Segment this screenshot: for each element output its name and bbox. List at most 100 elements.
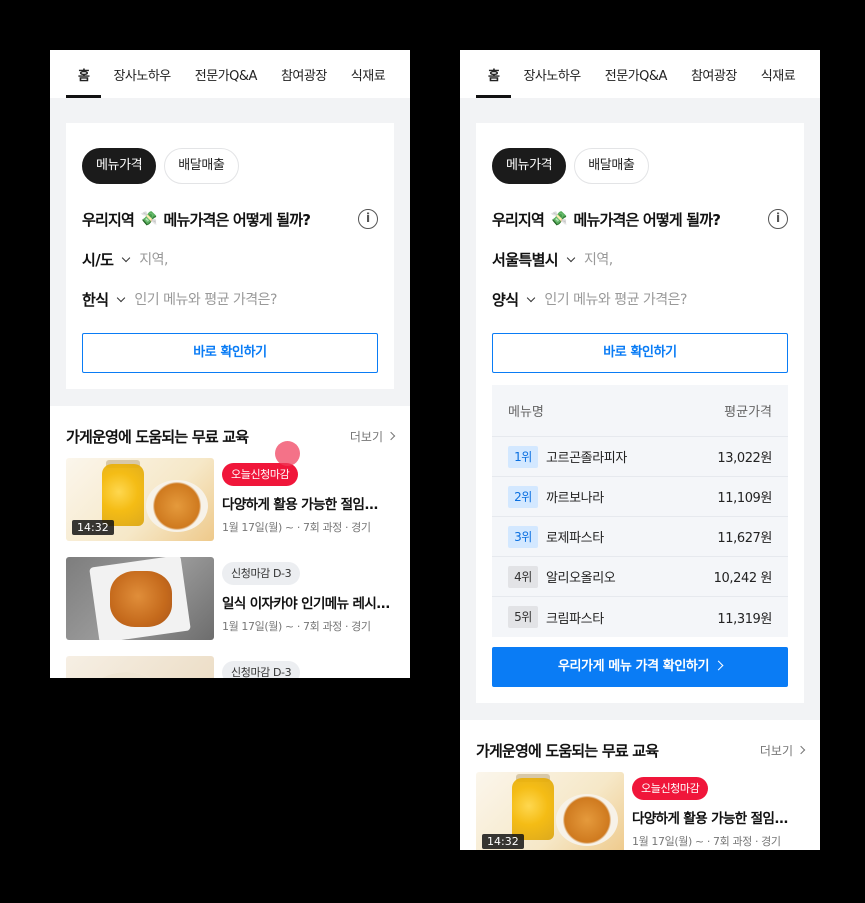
pickled-lemon-jar: [102, 464, 144, 526]
category-row: 양식 인기 메뉴와 평균 가격은?: [492, 287, 788, 311]
course-info: 신청마감 D-3 일식 이자카야 인기메뉴 레시... 1월 17일(월) ~ …: [222, 557, 390, 640]
tab-ingredients[interactable]: 식재료: [749, 65, 807, 98]
left-screen: 홈 장사노하우 전문가Q&A 참여광장 식재료 메뉴가격 배달매출 우리지역 💸…: [50, 50, 410, 678]
table-row: 5위 크림파스타 11,319원: [492, 597, 788, 637]
tab-community[interactable]: 참여광장: [679, 65, 749, 98]
price-question: 우리지역 💸 메뉴가격은 어떻게 될까? i: [82, 207, 378, 231]
chevron-right-icon: [713, 660, 724, 671]
region-select[interactable]: 서울특별시: [492, 249, 584, 270]
tab-community[interactable]: 참여광장: [269, 65, 339, 98]
course-info: 신청마감 D-3: [222, 656, 301, 678]
category-hint: 인기 메뉴와 평균 가격은?: [134, 292, 277, 308]
segment-control: 메뉴가격 배달매출: [82, 148, 378, 184]
course-thumbnail: [66, 656, 214, 678]
average-price: 13,022원: [717, 451, 772, 466]
segment-control: 메뉴가격 배달매출: [492, 148, 788, 184]
money-icon: 💸: [140, 211, 158, 227]
course-thumbnail: 14:32: [476, 772, 624, 850]
menu-name: 알리오올리오: [546, 571, 616, 586]
bowl: [86, 672, 166, 678]
table-row: 2위 까르보나라 11,109원: [492, 477, 788, 517]
education-section: 가게운영에 도움되는 무료 교육 더보기 14:32 오늘신청마감 다양하게 활…: [460, 720, 820, 850]
deadline-badge: 오늘신청마감: [632, 777, 709, 800]
region-select-label: 서울특별시: [492, 250, 559, 269]
course-item[interactable]: 신청마감 D-3: [66, 656, 394, 678]
tab-expert-qa[interactable]: 전문가Q&A: [183, 65, 269, 98]
course-title: 다양하게 활용 가능한 절임...: [632, 811, 788, 827]
delivery-sales-toggle[interactable]: 배달매출: [164, 148, 239, 184]
tab-home[interactable]: 홈: [476, 65, 512, 98]
menu-price-toggle[interactable]: 메뉴가격: [492, 148, 567, 184]
chevron-down-icon: [122, 253, 131, 262]
region-select[interactable]: 시/도: [82, 249, 139, 270]
tab-ingredients[interactable]: 식재료: [339, 65, 397, 98]
course-info: 오늘신청마감 다양하게 활용 가능한 절임... 1월 17일(월) ~ · 7…: [632, 772, 788, 850]
section-title: 가게운영에 도움되는 무료 교육: [66, 427, 249, 446]
menu-name: 로제파스타: [546, 531, 604, 546]
average-price: 11,627원: [717, 531, 772, 546]
price-column-header: 평균가격: [724, 405, 772, 420]
rank-badge: 5위: [508, 606, 538, 628]
menu-price-toggle[interactable]: 메뉴가격: [82, 148, 157, 184]
region-hint: 지역,: [139, 252, 168, 268]
delivery-sales-toggle[interactable]: 배달매출: [574, 148, 649, 184]
question-prefix: 우리지역: [492, 210, 545, 229]
education-section: 가게운영에 도움되는 무료 교육 더보기 14:32 오늘신청마감 다양하게 활…: [50, 406, 410, 678]
region-hint: 지역,: [584, 252, 613, 268]
category-select[interactable]: 한식: [82, 289, 134, 310]
menu-price-card: 메뉴가격 배달매출 우리지역 💸 메뉴가격은 어떻게 될까? i 시/도 지역,…: [66, 123, 394, 389]
tab-expert-qa[interactable]: 전문가Q&A: [593, 65, 679, 98]
course-meta: 1월 17일(월) ~ · 7회 과정 · 경기: [222, 620, 371, 633]
right-screen: 홈 장사노하우 전문가Q&A 참여광장 식재료 메뉴가격 배달매출 우리지역 💸…: [460, 50, 820, 850]
category-select-label: 한식: [82, 290, 109, 309]
more-link[interactable]: 더보기: [350, 428, 396, 445]
price-question: 우리지역 💸 메뉴가격은 어떻게 될까? i: [492, 207, 788, 231]
chevron-down-icon: [117, 293, 126, 302]
question-suffix: 메뉴가격은 어떻게 될까?: [163, 210, 311, 229]
category-select-label: 양식: [492, 290, 519, 309]
table-row: 3위 로제파스타 11,627원: [492, 517, 788, 557]
question-prefix: 우리지역: [82, 210, 135, 229]
tab-home[interactable]: 홈: [66, 65, 102, 98]
course-item[interactable]: 신청마감 D-3 일식 이자카야 인기메뉴 레시... 1월 17일(월) ~ …: [66, 557, 394, 640]
tab-know-how[interactable]: 장사노하우: [511, 65, 592, 98]
chevron-right-icon: [386, 431, 396, 441]
region-select-label: 시/도: [82, 250, 114, 269]
course-thumbnail: 14:32: [66, 458, 214, 541]
more-link[interactable]: 더보기: [760, 742, 806, 759]
course-meta: 1월 17일(월) ~ · 7회 과정 · 경기: [222, 521, 371, 534]
table-row: 4위 알리오올리오 10,242 원: [492, 557, 788, 597]
check-my-store-price-button[interactable]: 우리가게 메뉴 가격 확인하기: [492, 647, 788, 687]
category-select[interactable]: 양식: [492, 289, 544, 310]
info-icon[interactable]: i: [358, 209, 378, 229]
section-title: 가게운영에 도움되는 무료 교육: [476, 741, 659, 760]
pickled-lemon-jar: [512, 778, 554, 840]
tab-know-how[interactable]: 장사노하우: [101, 65, 182, 98]
category-row: 한식 인기 메뉴와 평균 가격은?: [82, 287, 378, 311]
menu-column-header: 메뉴명: [508, 405, 544, 420]
top-tab-bar: 홈 장사노하우 전문가Q&A 참여광장 식재료: [460, 50, 820, 98]
deadline-badge: 신청마감 D-3: [222, 661, 301, 678]
course-item[interactable]: 14:32 오늘신청마감 다양하게 활용 가능한 절임... 1월 17일(월)…: [476, 772, 804, 850]
course-item[interactable]: 14:32 오늘신청마감 다양하게 활용 가능한 절임... 1월 17일(월)…: [66, 458, 394, 541]
chevron-right-icon: [796, 745, 806, 755]
deadline-badge: 신청마감 D-3: [222, 562, 301, 585]
check-now-button[interactable]: 바로 확인하기: [82, 333, 378, 373]
info-icon[interactable]: i: [768, 209, 788, 229]
course-meta: 1월 17일(월) ~ · 7회 과정 · 경기: [632, 835, 781, 848]
check-now-button[interactable]: 바로 확인하기: [492, 333, 788, 373]
education-header: 가게운영에 도움되는 무료 교육 더보기: [476, 740, 806, 760]
fried-dish: [146, 480, 208, 532]
category-hint: 인기 메뉴와 평균 가격은?: [544, 292, 687, 308]
course-title: 다양하게 활용 가능한 절임...: [222, 497, 378, 513]
region-row: 서울특별시 지역,: [492, 247, 788, 271]
table-row: 1위 고르곤졸라피자 13,022원: [492, 437, 788, 477]
video-duration: 14:32: [72, 520, 114, 535]
fried-dish: [556, 794, 618, 846]
course-thumbnail: [66, 557, 214, 640]
menu-name: 까르보나라: [546, 491, 604, 506]
rank-badge: 4위: [508, 565, 538, 588]
education-header: 가게운영에 도움되는 무료 교육 더보기: [66, 426, 396, 446]
average-price: 11,319원: [717, 611, 772, 627]
question-suffix: 메뉴가격은 어떻게 될까?: [573, 210, 721, 229]
